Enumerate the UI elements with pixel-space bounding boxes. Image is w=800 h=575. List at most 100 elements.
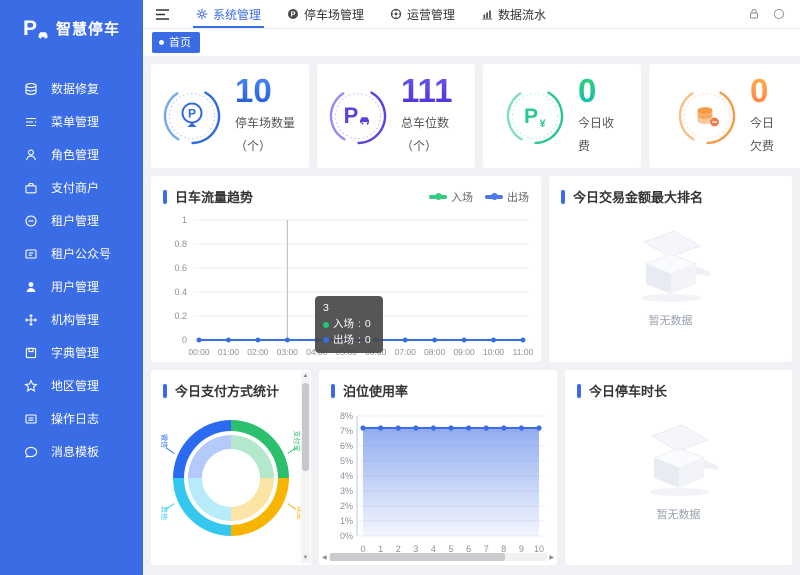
dot-icon <box>159 40 164 45</box>
sidebar-menu-item[interactable]: 字典管理 <box>0 336 143 369</box>
nav-tab[interactable]: 系统管理 <box>183 0 274 28</box>
traffic-panel-title: 日车流量趋势 <box>175 187 253 206</box>
svg-text:P: P <box>524 105 538 128</box>
nav-tab[interactable]: P 停车场管理 <box>274 0 377 28</box>
scrollbar-track[interactable] <box>329 553 548 561</box>
stat-label: 今日收费 <box>578 112 620 158</box>
title-accent-bar <box>331 384 335 398</box>
ranking-empty-state: 暂无数据 <box>549 212 792 328</box>
payment-methods-panel: 今日支付方式统计 微信 支付宝 现金 其他 <box>151 370 311 565</box>
tooltip-series-value: 0 <box>365 333 371 349</box>
horizontal-scrollbar[interactable]: ◀ ▶ <box>322 552 554 562</box>
svg-text:0.6: 0.6 <box>174 263 187 273</box>
sidebar-menu-item[interactable]: 租户管理 <box>0 204 143 237</box>
nav-tab-icon: P <box>287 8 299 20</box>
svg-text:4%: 4% <box>340 471 353 481</box>
donut-mid-circle <box>184 431 278 525</box>
empty-text: 暂无数据 <box>649 312 693 328</box>
nav-tab[interactable]: 运营管理 <box>377 0 468 28</box>
nav-tab[interactable]: 数据流水 <box>468 0 559 28</box>
sidebar-menu-item[interactable]: 菜单管理 <box>0 105 143 138</box>
sidebar-menu-item[interactable]: 机构管理 <box>0 303 143 336</box>
stat-card-today-income: P ¥ 0 今日收费 <box>483 64 641 168</box>
breadcrumb-home-tag[interactable]: 首页 <box>152 32 200 53</box>
today-arrears-icon <box>676 85 738 147</box>
sidebar-menu-item[interactable]: 操作日志 <box>0 402 143 435</box>
tooltip-colon: : <box>358 317 361 333</box>
nav-tab-icon <box>481 8 493 20</box>
sidebar-menu-item[interactable]: 消息模板 <box>0 435 143 468</box>
scroll-down-icon[interactable]: ▼ <box>303 554 309 563</box>
donut-hole <box>202 449 260 507</box>
collapse-sidebar-icon[interactable] <box>155 5 173 23</box>
menu-item-label: 支付商户 <box>51 179 99 196</box>
stat-card-total-spaces: P 111 总车位数（个） <box>317 64 475 168</box>
legend-item[interactable]: 出场 <box>485 189 529 205</box>
svg-text:10:00: 10:00 <box>483 347 505 357</box>
legend-item[interactable]: 入场 <box>429 189 473 205</box>
topbar-actions <box>748 8 790 21</box>
menu-item-icon <box>24 247 38 261</box>
tooltip-series-name: 出场 <box>333 333 354 349</box>
parking-duration-panel: 今日停车时长 暂无数据 <box>565 370 792 565</box>
empty-box-illustration <box>616 224 726 306</box>
svg-text:8%: 8% <box>340 411 353 421</box>
top-nav-bar: 系统管理 P 停车场管理 运营管理 数据流水 <box>143 0 800 28</box>
title-accent-bar <box>163 384 167 398</box>
scrollbar-thumb[interactable] <box>302 383 309 471</box>
pie-label-wechat: 微信 <box>159 434 169 448</box>
svg-text:0%: 0% <box>340 531 353 541</box>
nav-tab-label: 运营管理 <box>407 6 455 23</box>
vertical-scrollbar[interactable]: ▲ ▼ <box>301 372 310 563</box>
sidebar-menu: 数据修复 菜单管理 角色管理 支付商户 <box>0 56 143 468</box>
sidebar-menu-item[interactable]: 地区管理 <box>0 369 143 402</box>
scroll-up-icon[interactable]: ▲ <box>303 372 309 381</box>
menu-item-label: 租户公众号 <box>51 245 111 262</box>
menu-item-label: 地区管理 <box>51 377 99 394</box>
tooltip-row: 入场: 0 <box>323 317 375 333</box>
svg-text:07:00: 07:00 <box>395 347 417 357</box>
breadcrumb-home-label: 首页 <box>169 34 191 50</box>
sidebar-menu-item[interactable]: 角色管理 <box>0 138 143 171</box>
svg-text:02:00: 02:00 <box>247 347 269 357</box>
breadcrumb: 首页 <box>143 28 800 56</box>
svg-text:0.8: 0.8 <box>174 239 187 249</box>
traffic-trend-panel: 日车流量趋势 入场 <box>151 176 541 362</box>
svg-text:¥: ¥ <box>539 118 546 130</box>
scroll-left-icon[interactable]: ◀ <box>322 554 327 561</box>
donut-inner-ring <box>188 435 274 521</box>
svg-text:00:00: 00:00 <box>188 347 210 357</box>
menu-item-label: 操作日志 <box>51 410 99 427</box>
bottom-row: 今日支付方式统计 微信 支付宝 现金 其他 <box>151 370 792 565</box>
svg-text:3%: 3% <box>340 486 353 496</box>
stat-label: 今日欠费 <box>750 112 780 158</box>
svg-text:P: P <box>188 107 196 121</box>
menu-item-label: 字典管理 <box>51 344 99 361</box>
stat-card-parking-lots: P 10 停车场数量（个） <box>151 64 309 168</box>
stat-label: 停车场数量（个） <box>235 112 299 158</box>
ranking-panel-title: 今日交易金额最大排名 <box>573 187 703 206</box>
svg-text:11:00: 11:00 <box>513 347 534 357</box>
nav-tab-label: 系统管理 <box>213 6 261 23</box>
tooltip-series-value: 0 <box>365 317 371 333</box>
stat-card-today-arrears: 0 今日欠费 <box>649 64 800 168</box>
tooltip-title: 3 <box>323 301 375 317</box>
sidebar-menu-item[interactable]: 支付商户 <box>0 171 143 204</box>
menu-item-icon <box>24 181 38 195</box>
sidebar-menu-item[interactable]: 数据修复 <box>0 72 143 105</box>
menu-item-icon <box>24 115 38 129</box>
scroll-right-icon[interactable]: ▶ <box>549 554 554 561</box>
sidebar-menu-item[interactable]: 租户公众号 <box>0 237 143 270</box>
brand-logo: P 智慧停车 <box>0 0 143 56</box>
pie-label-line <box>166 447 175 454</box>
lock-icon[interactable] <box>748 8 761 21</box>
svg-text:0.2: 0.2 <box>174 311 187 321</box>
main-area: 系统管理 P 停车场管理 运营管理 数据流水 <box>143 0 800 575</box>
sidebar-menu-item[interactable]: 用户管理 <box>0 270 143 303</box>
scrollbar-thumb[interactable] <box>330 553 505 561</box>
user-avatar-icon[interactable] <box>773 8 786 21</box>
stat-value: 10 <box>235 74 299 109</box>
berth-chart-svg: 8%7%6%5%4%3%2%1%0%012345678910 <box>325 408 551 560</box>
menu-item-label: 租户管理 <box>51 212 99 229</box>
menu-item-label: 菜单管理 <box>51 113 99 130</box>
